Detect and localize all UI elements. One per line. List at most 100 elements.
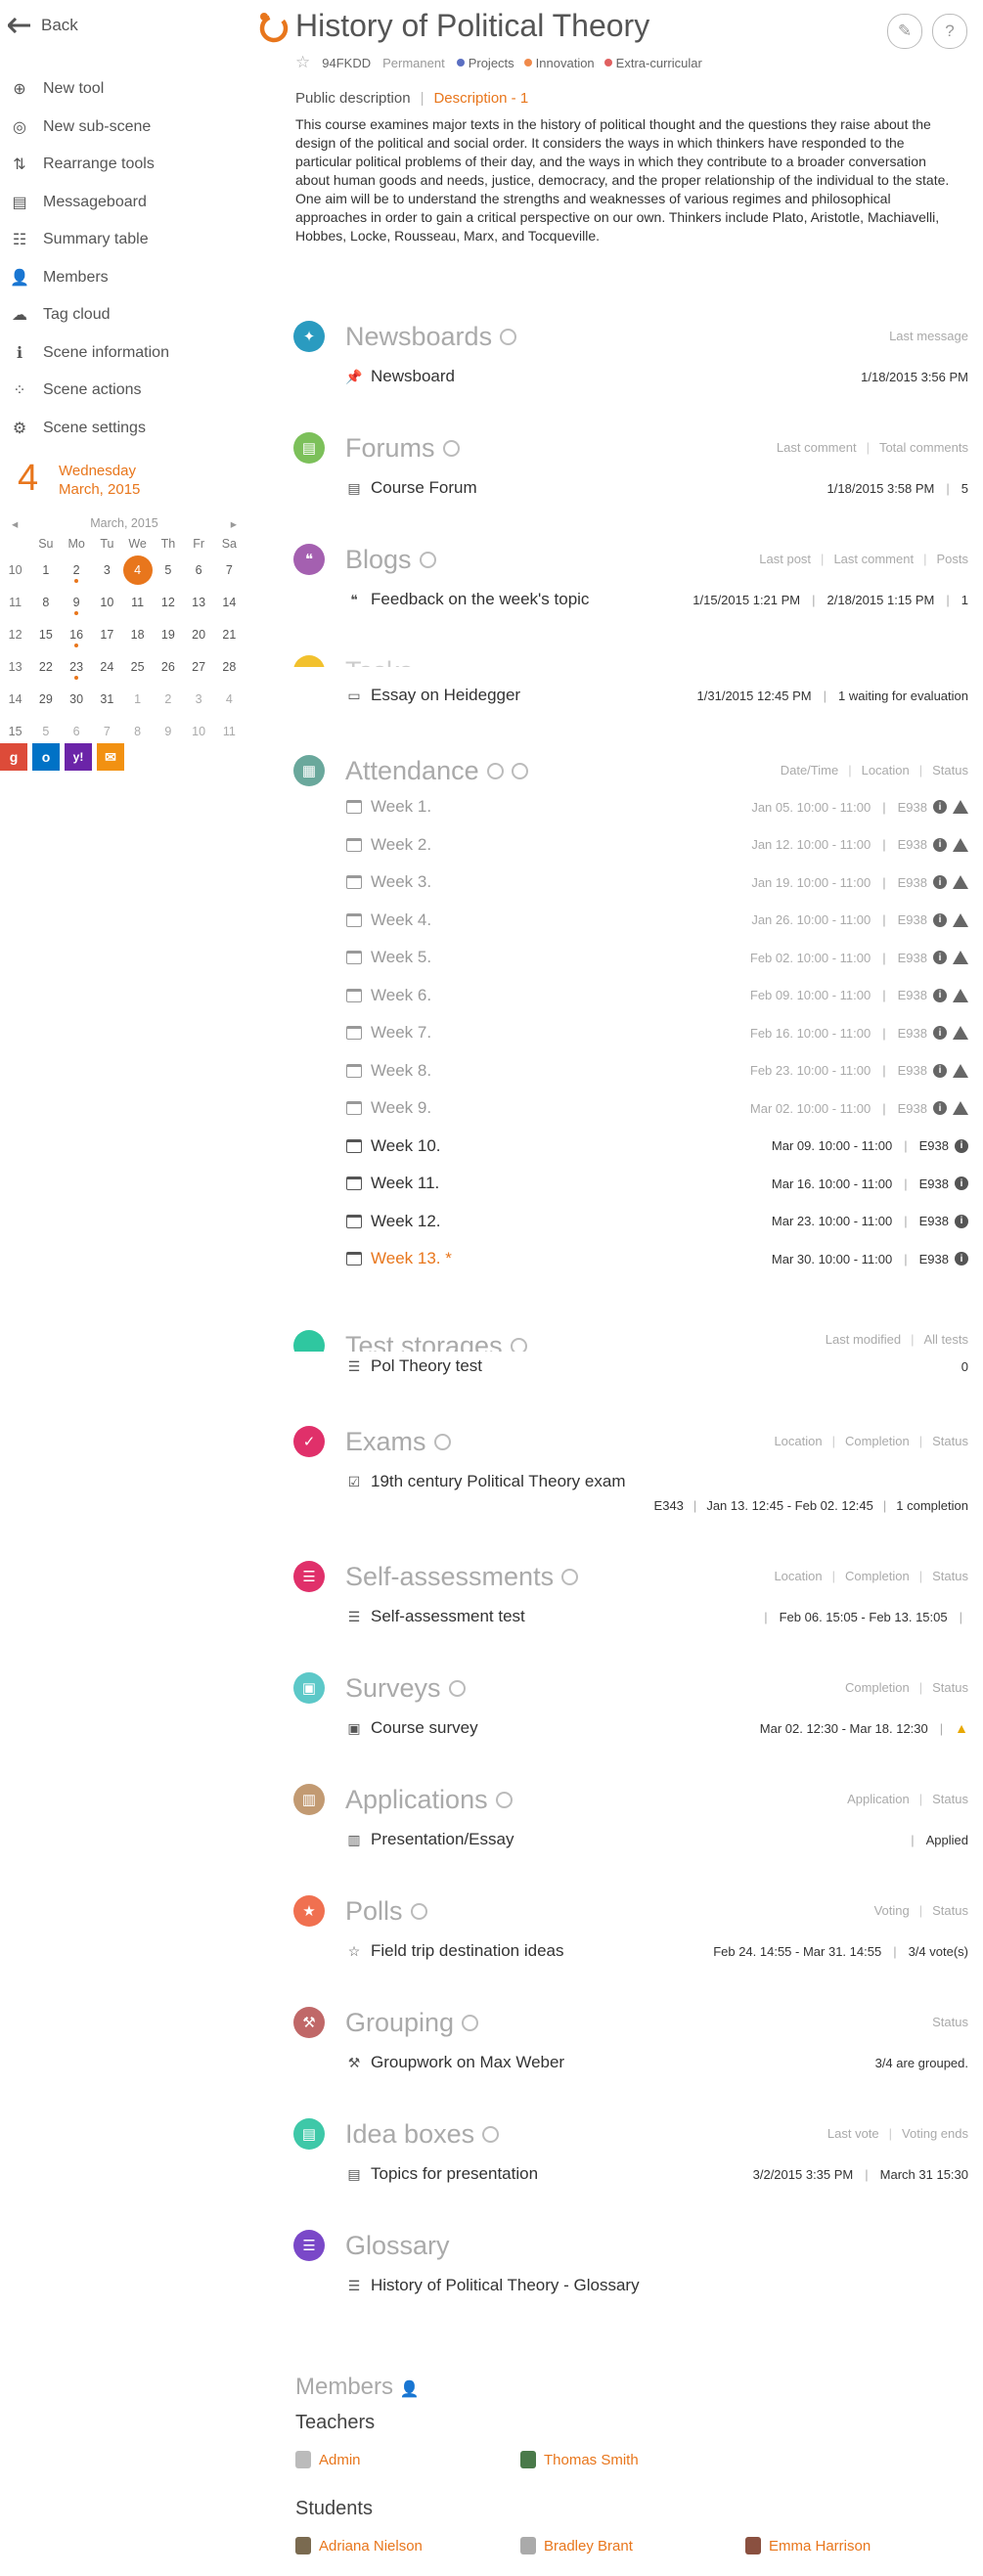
calendar-prev-icon[interactable]: ◂: [12, 516, 18, 531]
attendance-row[interactable]: Week 6. Feb 09. 10:00 - 11:00 | E938 i: [345, 983, 968, 1008]
item-title[interactable]: Field trip destination ideas: [371, 1941, 564, 1961]
list-item[interactable]: ☰ Self-assessment test | Feb 06. 15:05 - …: [345, 1604, 968, 1629]
attendance-row[interactable]: Week 11. Mar 16. 10:00 - 11:00 | E938 i: [345, 1171, 968, 1196]
attendance-row[interactable]: Week 13. * Mar 30. 10:00 - 11:00 | E938 i: [345, 1246, 968, 1271]
section-title[interactable]: Blogs: [345, 544, 412, 575]
outlook-icon[interactable]: o: [32, 743, 60, 771]
add-icon[interactable]: [500, 328, 517, 345]
week-label[interactable]: Week 2.: [371, 835, 431, 855]
add-icon[interactable]: [448, 1679, 466, 1697]
calendar-day[interactable]: 13: [184, 596, 214, 609]
calendar-day[interactable]: 21: [214, 628, 245, 642]
info-icon[interactable]: i: [955, 1214, 968, 1228]
item-title[interactable]: Self-assessment test: [371, 1607, 525, 1626]
calendar-day[interactable]: 6: [62, 725, 92, 738]
info-icon[interactable]: i: [955, 1138, 968, 1153]
info-icon[interactable]: i: [933, 837, 947, 852]
info-icon[interactable]: i: [933, 1026, 947, 1040]
member-link[interactable]: Bradley Brant: [520, 2537, 633, 2554]
calendar-day[interactable]: 11: [214, 725, 245, 738]
calendar-day[interactable]: 20: [184, 628, 214, 642]
calendar-day[interactable]: 2: [153, 692, 183, 706]
calendar-day[interactable]: 31: [92, 692, 122, 706]
sidebar-item-messageboard[interactable]: ▤ Messageboard: [8, 184, 262, 222]
week-label[interactable]: Week 9.: [371, 1098, 431, 1118]
list-item[interactable]: ▤ Course Forum 1/18/2015 3:58 PM | 5: [345, 475, 968, 501]
list-item[interactable]: 📌 Newsboard 1/18/2015 3:56 PM: [345, 364, 968, 389]
calendar-next-icon[interactable]: ▸: [231, 516, 237, 531]
item-title[interactable]: Presentation/Essay: [371, 1830, 514, 1849]
calendar-day[interactable]: 9: [153, 725, 183, 738]
item-title[interactable]: Feedback on the week's topic: [371, 590, 589, 609]
list-item[interactable]: ❝ Feedback on the week's topic 1/15/2015…: [345, 587, 968, 612]
tab-description-1[interactable]: Description - 1: [433, 90, 528, 107]
item-title[interactable]: Course Forum: [371, 478, 477, 498]
section-title[interactable]: Applications: [345, 1784, 488, 1815]
list-item[interactable]: ⚒ Groupwork on Max Weber 3/4 are grouped…: [345, 2050, 968, 2075]
info-icon[interactable]: i: [933, 951, 947, 964]
calendar-day[interactable]: 23: [62, 660, 92, 680]
mail-icon[interactable]: ✉: [97, 743, 124, 771]
sidebar-item-tag-cloud[interactable]: ☁ Tag cloud: [8, 296, 262, 334]
section-title[interactable]: Surveys: [345, 1672, 441, 1704]
add-icon[interactable]: [462, 2014, 479, 2031]
calendar-day[interactable]: 18: [122, 628, 153, 642]
sidebar-item-scene-settings[interactable]: ⚙ Scene settings: [8, 410, 262, 448]
week-label[interactable]: Week 7.: [371, 1023, 431, 1043]
member-link[interactable]: Emma Harrison: [745, 2537, 871, 2554]
yahoo-icon[interactable]: y!: [65, 743, 92, 771]
add-icon[interactable]: [410, 1902, 427, 1920]
attendance-row[interactable]: Week 4. Jan 26. 10:00 - 11:00 | E938 i: [345, 908, 968, 933]
calendar-day[interactable]: 3: [92, 563, 122, 577]
attendance-row[interactable]: Week 8. Feb 23. 10:00 - 11:00 | E938 i: [345, 1058, 968, 1084]
section-title[interactable]: Idea boxes: [345, 2118, 474, 2150]
member-link[interactable]: Adriana Nielson: [295, 2537, 423, 2554]
add-icon[interactable]: [561, 1568, 579, 1585]
week-label[interactable]: Week 3.: [371, 872, 431, 892]
member-link[interactable]: Admin: [295, 2451, 361, 2468]
calendar-day[interactable]: 17: [92, 628, 122, 642]
calendar-day[interactable]: 15: [30, 628, 61, 642]
tag[interactable]: Extra-curricular: [603, 56, 702, 70]
tag[interactable]: Innovation: [523, 56, 595, 70]
calendar-day[interactable]: 8: [30, 596, 61, 609]
info-icon[interactable]: i: [955, 1177, 968, 1190]
section-title[interactable]: Forums: [345, 432, 435, 464]
member-name[interactable]: Admin: [319, 2452, 361, 2468]
calendar-day[interactable]: 25: [122, 660, 153, 674]
calendar-day[interactable]: 22: [30, 660, 61, 674]
item-title[interactable]: Course survey: [371, 1718, 478, 1738]
add-icon[interactable]: [482, 2125, 500, 2143]
sidebar-item-new-tool[interactable]: ⊕ New tool: [8, 70, 262, 109]
list-item[interactable]: ▤ Topics for presentation 3/2/2015 3:35 …: [345, 2161, 968, 2187]
week-label[interactable]: Week 6.: [371, 986, 431, 1005]
section-title[interactable]: Test storages: [345, 1330, 503, 1352]
member-name[interactable]: Emma Harrison: [769, 2538, 871, 2554]
calendar-day[interactable]: 11: [122, 596, 153, 609]
info-icon[interactable]: i: [933, 988, 947, 1002]
calendar-day[interactable]: 24: [92, 660, 122, 674]
item-title[interactable]: Groupwork on Max Weber: [371, 2053, 564, 2072]
calendar-day[interactable]: 16: [62, 628, 92, 647]
calendar-day[interactable]: 29: [30, 692, 61, 706]
info-icon[interactable]: i: [933, 1063, 947, 1078]
list-item[interactable]: ▭ Essay on Heidegger 1/31/2015 12:45 PM |…: [345, 683, 968, 708]
week-label[interactable]: Week 1.: [371, 797, 431, 817]
list-item[interactable]: ☑ 19th century Political Theory exam: [345, 1469, 968, 1494]
calendar-day[interactable]: 12: [153, 596, 183, 609]
sidebar-item-scene-information[interactable]: ℹ Scene information: [8, 334, 262, 373]
attendance-row[interactable]: Week 1. Jan 05. 10:00 - 11:00 | E938 i: [345, 794, 968, 820]
add-icon[interactable]: [511, 762, 528, 779]
sidebar-item-new-sub-scene[interactable]: ◎ New sub-scene: [8, 109, 262, 147]
attendance-row[interactable]: Week 2. Jan 12. 10:00 - 11:00 | E938 i: [345, 832, 968, 858]
info-icon[interactable]: i: [933, 1101, 947, 1115]
section-title[interactable]: Exams: [345, 1426, 426, 1457]
section-title[interactable]: Glossary: [345, 2230, 450, 2261]
week-label[interactable]: Week 11.: [371, 1174, 439, 1193]
calendar-day[interactable]: 6: [184, 563, 214, 577]
calendar-day[interactable]: 10: [184, 725, 214, 738]
attendance-row[interactable]: Week 5. Feb 02. 10:00 - 11:00 | E938 i: [345, 945, 968, 970]
add-icon[interactable]: [486, 762, 504, 779]
section-title[interactable]: Newsboards: [345, 321, 492, 352]
add-member-icon[interactable]: 👤: [400, 2381, 420, 2398]
